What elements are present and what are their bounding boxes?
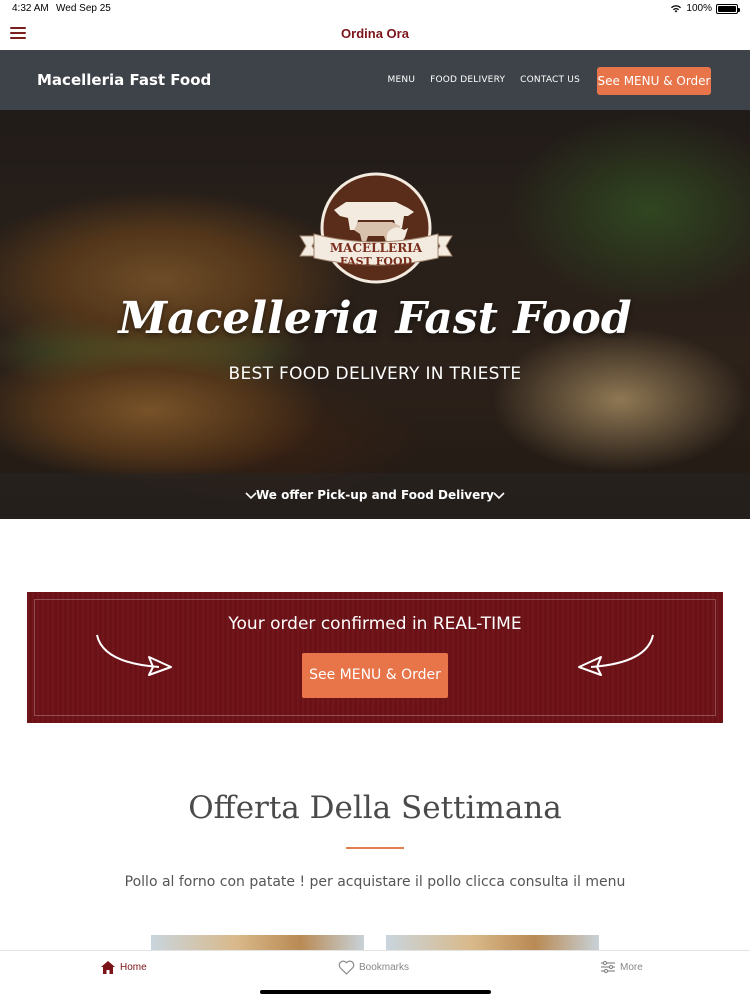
- logo-text-line1: MACELLERIA: [330, 241, 423, 255]
- offer-divider: [346, 847, 404, 849]
- status-right: 100%: [670, 3, 740, 14]
- tab-bookmarks[interactable]: Bookmarks: [338, 960, 409, 975]
- home-icon: [101, 961, 115, 974]
- nav-link-food-delivery[interactable]: FOOD DELIVERY: [430, 75, 505, 85]
- see-menu-order-button[interactable]: See MENU & Order: [302, 653, 448, 698]
- hero-info-band[interactable]: We offer Pick-up and Food Delivery: [0, 473, 750, 519]
- status-date: Wed Sep 25: [56, 3, 111, 14]
- battery-icon: [716, 3, 740, 14]
- offer-image-2[interactable]: [386, 935, 599, 951]
- nav-link-contact-us[interactable]: CONTACT US: [520, 75, 580, 85]
- home-indicator: [260, 990, 491, 994]
- battery-percent: 100%: [686, 3, 712, 14]
- offer-description: Pollo al forno con patate ! per acquista…: [124, 874, 626, 890]
- hero-subtitle: BEST FOOD DELIVERY IN TRIESTE: [228, 364, 522, 384]
- hero-title: Macelleria Fast Food: [118, 293, 632, 344]
- tab-more-label: More: [620, 961, 643, 973]
- page: 4:32 AM Wed Sep 25 100% Ordina Ora Macel…: [0, 0, 750, 1000]
- status-bar: 4:32 AM Wed Sep 25 100%: [0, 0, 750, 18]
- chevron-down-icon: [493, 492, 505, 500]
- tab-bookmarks-label: Bookmarks: [359, 962, 410, 973]
- status-time: 4:32 AM: [12, 3, 49, 14]
- offer-title: Offerta Della Settimana: [188, 790, 562, 826]
- curved-arrow-right-icon: [96, 634, 172, 676]
- site-navbar: Macelleria Fast Food MENU FOOD DELIVERY …: [0, 50, 750, 110]
- tab-more[interactable]: More: [600, 960, 643, 974]
- curved-arrow-left-icon: [578, 634, 654, 676]
- offer-image-1[interactable]: [151, 935, 364, 951]
- nav-link-menu[interactable]: MENU: [388, 75, 416, 85]
- hero-section: MACELLERIA FAST FOOD Macelleria Fast Foo…: [0, 110, 750, 519]
- hero-band-text: We offer Pick-up and Food Delivery: [255, 488, 495, 502]
- app-bar: Ordina Ora: [0, 18, 750, 50]
- logo-text-line2: FAST FOOD: [340, 255, 413, 268]
- heart-icon: [338, 960, 355, 975]
- wifi-icon: [671, 5, 682, 13]
- nav-see-menu-order-button[interactable]: See MENU & Order: [597, 67, 711, 95]
- app-title: Ordina Ora: [341, 26, 409, 41]
- site-brand[interactable]: Macelleria Fast Food: [37, 71, 211, 89]
- tab-home-label: Home: [120, 962, 147, 973]
- tab-home[interactable]: Home: [100, 960, 147, 975]
- macelleria-logo: MACELLERIA FAST FOOD: [299, 172, 453, 284]
- sliders-icon: [601, 960, 615, 974]
- nav-links: MENU FOOD DELIVERY CONTACT US: [388, 75, 580, 85]
- order-banner: Your order confirmed in REAL-TIME See ME…: [27, 592, 723, 723]
